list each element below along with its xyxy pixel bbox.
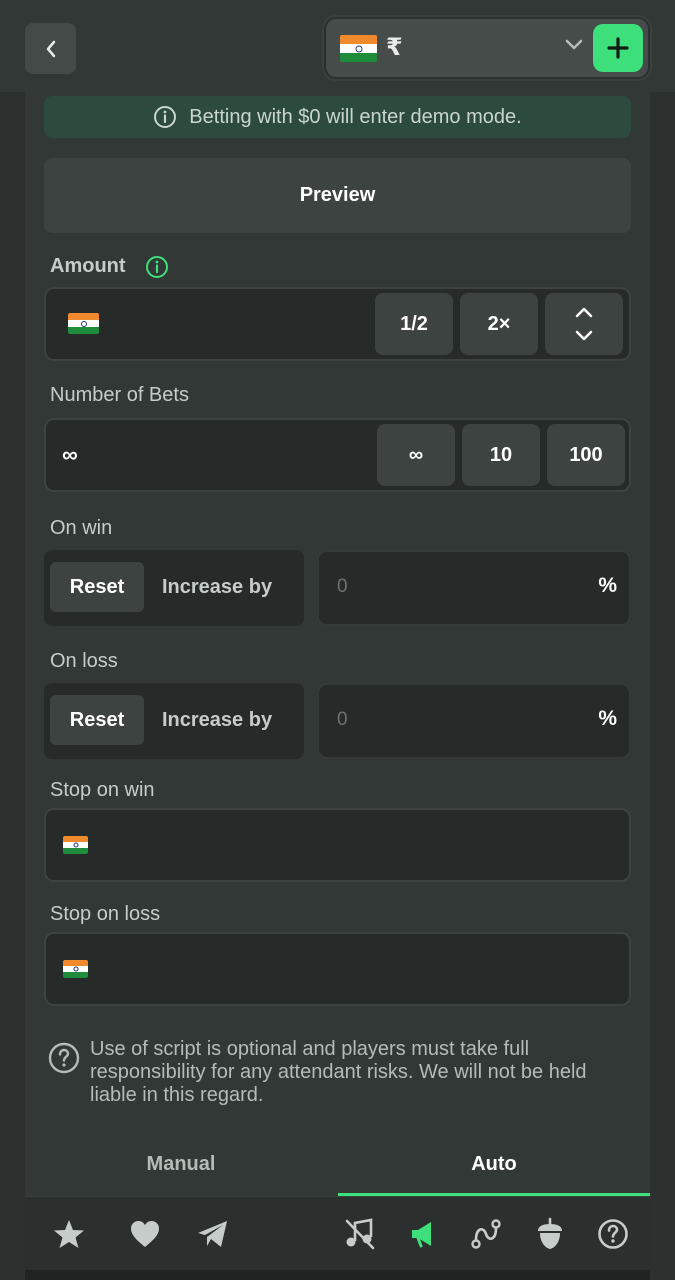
stop-on-loss-label: Stop on loss (50, 903, 161, 925)
bets-10-button[interactable]: 10 (462, 424, 540, 486)
deposit-button[interactable] (593, 24, 643, 72)
on-loss-label: On loss (50, 650, 118, 672)
india-flag-icon (340, 35, 377, 62)
preview-button[interactable]: Preview (44, 158, 631, 233)
demo-mode-notice: Betting with $0 will enter demo mode. (44, 96, 631, 138)
music-off-icon[interactable] (341, 1215, 379, 1253)
india-flag-icon (63, 960, 88, 978)
stop-on-win-input[interactable] (44, 808, 631, 882)
bets-100-button[interactable]: 100 (547, 424, 625, 486)
tab-manual[interactable]: Manual (25, 1132, 337, 1196)
back-button[interactable] (25, 23, 76, 74)
on-win-toggle: Reset Increase by (44, 550, 304, 626)
amount-input[interactable] (44, 287, 631, 361)
on-loss-value: 0 (337, 709, 348, 730)
amount-label: Amount (50, 255, 126, 277)
on-loss-reset-button[interactable]: Reset (50, 695, 144, 745)
on-loss-percent-input[interactable]: 0 % (317, 683, 631, 759)
mode-tabs: Manual Auto (25, 1132, 650, 1196)
double-amount-button[interactable]: 2× (460, 293, 538, 355)
help-icon (48, 1042, 80, 1074)
telegram-icon[interactable] (194, 1215, 232, 1253)
on-loss-increase-button[interactable]: Increase by (162, 695, 272, 745)
on-win-percent-input[interactable]: 0 % (317, 550, 631, 626)
number-of-bets-input[interactable] (44, 418, 631, 492)
amount-stepper[interactable] (545, 293, 623, 355)
script-disclaimer: Use of script is optional and players mu… (48, 1038, 638, 1107)
chevron-down-icon[interactable] (565, 38, 583, 52)
right-gutter (650, 92, 675, 1280)
percent-unit: % (598, 574, 617, 597)
tab-auto[interactable]: Auto (338, 1132, 650, 1196)
chevron-down-icon[interactable] (575, 330, 593, 341)
stop-on-win-label: Stop on win (50, 779, 155, 801)
info-icon[interactable] (145, 255, 169, 279)
plus-icon (607, 37, 629, 59)
half-amount-button[interactable]: 1/2 (375, 293, 453, 355)
sound-icon[interactable] (405, 1215, 443, 1253)
route-icon[interactable] (467, 1215, 505, 1253)
help-icon[interactable] (594, 1215, 632, 1253)
percent-unit: % (598, 707, 617, 730)
on-win-reset-button[interactable]: Reset (50, 562, 144, 612)
on-win-label: On win (50, 517, 113, 539)
currency-symbol: ₹ (386, 34, 403, 61)
bottom-nav (25, 1196, 650, 1270)
india-flag-icon (63, 836, 88, 854)
heart-icon[interactable] (126, 1215, 164, 1253)
stop-on-loss-input[interactable] (44, 932, 631, 1006)
bets-infinite-button[interactable]: ∞ (377, 424, 455, 486)
number-of-bets-label: Number of Bets (50, 384, 189, 406)
star-icon[interactable] (50, 1215, 88, 1253)
on-win-value: 0 (337, 576, 348, 597)
number-of-bets-value: ∞ (62, 442, 78, 467)
on-win-increase-button[interactable]: Increase by (162, 562, 272, 612)
disclaimer-text: Use of script is optional and players mu… (90, 1038, 587, 1106)
india-flag-icon (68, 313, 99, 334)
on-loss-toggle: Reset Increase by (44, 683, 304, 759)
chevron-up-icon[interactable] (575, 307, 593, 318)
left-gutter (0, 92, 25, 1280)
acorn-icon[interactable] (531, 1215, 569, 1253)
demo-notice-text: Betting with $0 will enter demo mode. (189, 105, 522, 128)
chevron-left-icon (46, 40, 55, 57)
info-icon (154, 106, 177, 128)
